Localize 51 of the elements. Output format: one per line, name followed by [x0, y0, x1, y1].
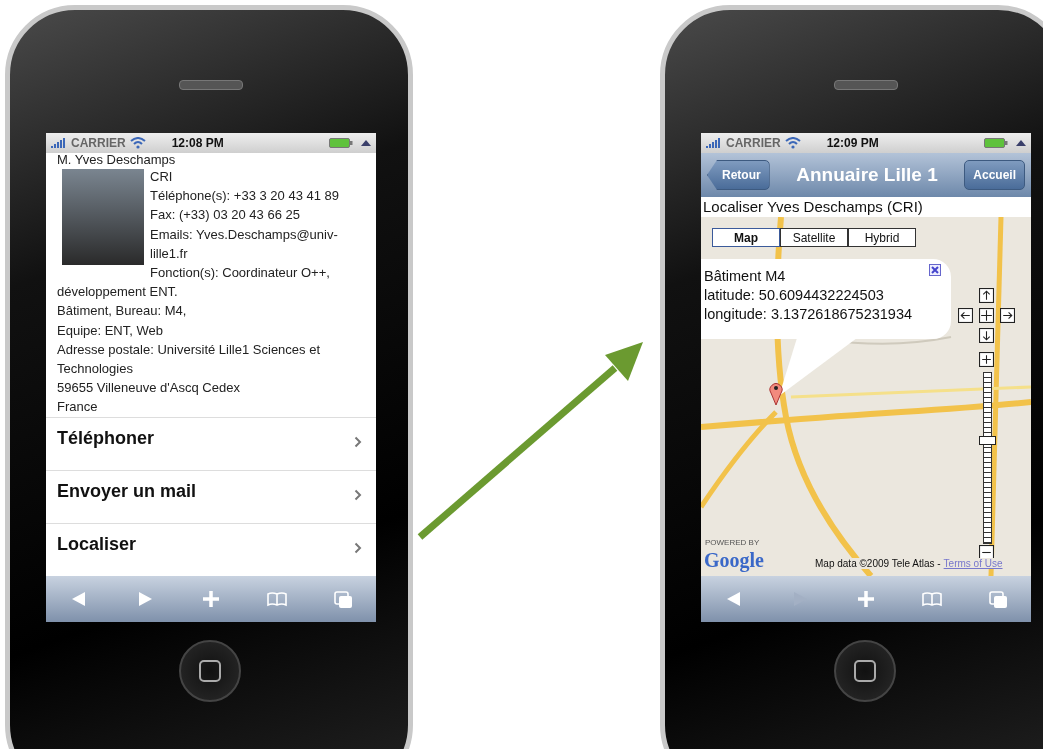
chevron-icon: [354, 542, 362, 554]
map-type-button[interactable]: Map: [712, 228, 780, 247]
wifi-icon: [129, 137, 146, 149]
chevron-icon: [354, 489, 362, 501]
battery-icon: [329, 138, 353, 148]
wifi-icon: [784, 137, 801, 149]
pan-right-icon[interactable]: [1000, 308, 1015, 323]
carrier-label: CARRIER: [71, 136, 126, 150]
status-time: 12:09 PM: [826, 136, 880, 150]
triangle-icon: [1016, 139, 1026, 147]
carrier-label: CARRIER: [726, 136, 781, 150]
contact-detail: France: [57, 398, 99, 417]
info-text: Bâtiment M4: [704, 267, 786, 286]
pan-left-icon[interactable]: [958, 308, 973, 323]
contact-detail: Fax: (+33) 03 20 43 66 25: [149, 206, 301, 225]
contact-name: M. Yves Deschamps: [57, 153, 177, 167]
triangle-icon: [361, 139, 371, 147]
home-button[interactable]: Accueil: [964, 160, 1025, 190]
map-pin-icon: [769, 382, 783, 406]
close-icon[interactable]: [929, 264, 941, 276]
signal-icon: [51, 138, 67, 148]
info-text: latitude: 50.6094432224503: [704, 286, 884, 305]
zoom-out-icon[interactable]: [979, 545, 994, 560]
chevron-icon: [354, 436, 362, 448]
contact-detail: Téléphone(s): +33 3 20 43 41 89: [149, 187, 340, 206]
zoom-in-icon[interactable]: [979, 352, 994, 367]
contact-detail: Fonction(s): Coordinateur O++, développement ENT.: [57, 264, 331, 302]
map-type-button[interactable]: Satellite: [780, 228, 848, 247]
contact-detail: Adresse postale: Université Lille1 Sciences et Technologies: [57, 340, 322, 379]
info-text: longitude: 3.1372618675231934: [704, 305, 913, 324]
nav-title: Annuaire Lille 1: [796, 164, 938, 186]
powered-by-label: POWERED BY: [705, 538, 760, 547]
contact-detail: CRI: [149, 168, 174, 186]
map-type-button[interactable]: Hybrid: [848, 228, 916, 247]
logo-text: Google: [704, 549, 764, 572]
pan-center-icon[interactable]: [979, 308, 994, 323]
status-time: 12:08 PM: [171, 136, 225, 150]
contact-detail: Equipe: ENT, Web: [57, 321, 164, 340]
pan-up-icon[interactable]: [979, 288, 994, 303]
zoom-thumb[interactable]: [979, 436, 996, 445]
speaker-slot: [179, 80, 243, 90]
speaker-slot: [834, 80, 898, 90]
contact-detail: Emails: Yves.Deschamps@univ-lille1.fr: [149, 225, 339, 263]
battery-icon: [984, 138, 1008, 148]
pan-down-icon[interactable]: [979, 328, 994, 343]
page-heading: Localiser Yves Deschamps (CRI): [702, 197, 924, 217]
back-button[interactable]: Retour: [707, 160, 770, 190]
contact-detail: 59655 Villeneuve d'Ascq Cedex: [57, 379, 241, 398]
signal-icon: [706, 138, 722, 148]
contact-detail: Bâtiment, Bureau: M4,: [57, 302, 188, 321]
map-credit: Map data ©2009 Tele Atlas -: [815, 558, 941, 569]
